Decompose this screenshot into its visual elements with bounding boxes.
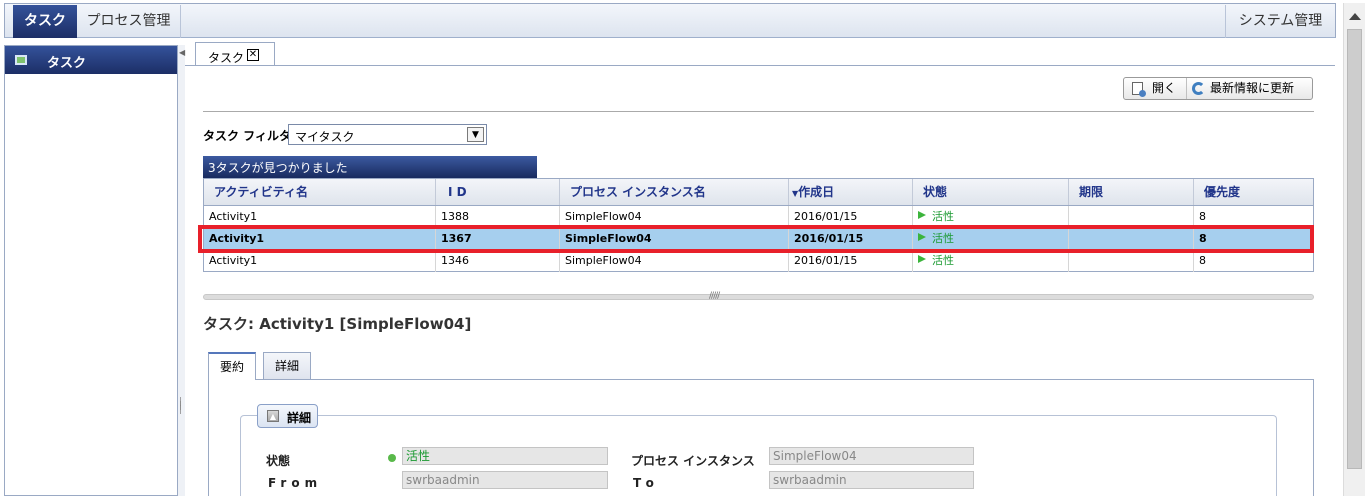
- refresh-icon: [1192, 82, 1205, 95]
- column-header-state[interactable]: 状態: [913, 179, 1069, 205]
- cell-created: 2016/01/15: [789, 206, 913, 228]
- column-header-id[interactable]: I D: [436, 179, 560, 205]
- active-flag-icon: [918, 233, 926, 241]
- tab-task[interactable]: タスク ✕: [195, 42, 275, 66]
- column-header-created-label: 作成日: [798, 185, 835, 199]
- cell-instance: SimpleFlow04: [560, 250, 789, 272]
- column-header-instance[interactable]: プロセス インスタンス名: [560, 179, 789, 205]
- cell-priority: 8: [1199, 232, 1207, 245]
- process-instance-field: SimpleFlow04: [769, 447, 974, 465]
- state-label: 状態: [266, 454, 291, 468]
- refresh-button[interactable]: 最新情報に更新: [1188, 78, 1312, 99]
- cell-state: 活性: [913, 250, 1069, 272]
- cell-due: [1069, 228, 1194, 250]
- to-field: swrbaadmin: [769, 471, 974, 489]
- cell-state-text: 活性: [932, 232, 954, 245]
- open-document-icon: [1132, 82, 1146, 97]
- cell-id: 1367: [436, 228, 560, 250]
- vertical-scrollbar[interactable]: [1343, 3, 1365, 496]
- cell-id: 1388: [436, 206, 560, 228]
- tab-details[interactable]: 詳細: [263, 352, 311, 379]
- collapse-arrow-icon[interactable]: ◀: [179, 48, 185, 57]
- to-label: To: [633, 476, 660, 490]
- cell-activity: Activity1: [204, 206, 436, 228]
- column-header-activity[interactable]: アクティビティ名: [204, 179, 436, 205]
- cell-priority: 8: [1199, 254, 1206, 267]
- divider: [203, 111, 1314, 112]
- cell-created: 2016/01/15: [789, 250, 913, 272]
- cell-state: 活性: [913, 228, 1069, 250]
- process-instance-label: プロセス インスタンス: [631, 454, 755, 468]
- cell-state: 活性: [913, 206, 1069, 228]
- state-field: 活性: [402, 447, 608, 465]
- details-section-title: 詳細: [287, 411, 312, 425]
- table-row[interactable]: Activity1 1388 SimpleFlow04 2016/01/15 活…: [204, 206, 1313, 228]
- from-label: From: [268, 476, 323, 490]
- task-filter-value: マイタスク: [295, 130, 355, 144]
- cell-state-text: 活性: [932, 210, 954, 223]
- scroll-up-arrow-icon[interactable]: [1349, 13, 1361, 20]
- cell-instance: SimpleFlow04: [560, 206, 789, 228]
- collapse-up-icon: ▲: [267, 410, 279, 422]
- details-section-toggle[interactable]: ▲ 詳細: [257, 404, 318, 428]
- cell-activity: Activity1: [204, 228, 436, 250]
- active-flag-icon: [918, 211, 926, 219]
- column-header-created[interactable]: ▼作成日: [789, 179, 913, 205]
- tab-summary[interactable]: 要約: [208, 352, 256, 380]
- sidebar-splitter[interactable]: ◀ | | |: [178, 45, 185, 496]
- close-icon[interactable]: ✕: [247, 49, 259, 61]
- active-flag-icon: [918, 255, 926, 263]
- nav-tab-task[interactable]: タスク: [13, 5, 77, 38]
- sidebar-item-task[interactable]: タスク: [5, 46, 177, 74]
- nav-tab-process-management[interactable]: プロセス管理: [77, 5, 181, 38]
- open-button-label: 開く: [1152, 81, 1177, 95]
- task-list-icon: [15, 55, 27, 65]
- task-table: アクティビティ名 I D プロセス インスタンス名 ▼作成日 状態 期限 優先度…: [203, 178, 1314, 272]
- cell-created: 2016/01/15: [789, 228, 913, 250]
- splitter-grip-icon: | | |: [179, 397, 183, 415]
- result-count-text: 3タスクが見つかりました: [208, 161, 348, 175]
- cell-priority: 8: [1199, 210, 1206, 223]
- chevron-down-icon[interactable]: ▼: [467, 127, 484, 142]
- toolbar: 開く 最新情報に更新: [1123, 77, 1313, 100]
- nav-tab-system-management[interactable]: システム管理: [1225, 5, 1335, 38]
- from-field: swrbaadmin: [402, 471, 608, 489]
- cell-due: [1069, 250, 1194, 272]
- splitter-grip-icon: /////: [709, 291, 720, 301]
- tab-task-label: タスク: [208, 51, 245, 65]
- task-filter-select[interactable]: マイタスク ▼: [288, 124, 487, 145]
- open-button[interactable]: 開く: [1124, 78, 1187, 99]
- table-row-selected[interactable]: Activity1 1367 SimpleFlow04 2016/01/15 活…: [204, 228, 1313, 250]
- column-header-priority[interactable]: 優先度: [1194, 179, 1313, 205]
- filter-label: タスク フィルタ: [203, 129, 291, 143]
- detail-title: タスク: Activity1 [SimpleFlow04]: [203, 315, 472, 333]
- sidebar: タスク: [4, 45, 178, 496]
- cell-id: 1346: [436, 250, 560, 272]
- table-header: アクティビティ名 I D プロセス インスタンス名 ▼作成日 状態 期限 優先度: [204, 179, 1313, 206]
- sidebar-item-label: タスク: [47, 56, 87, 71]
- refresh-button-label: 最新情報に更新: [1210, 81, 1295, 95]
- cell-instance: SimpleFlow04: [560, 228, 789, 250]
- cell-due: [1069, 206, 1194, 228]
- result-count-bar: 3タスクが見つかりました: [203, 156, 537, 178]
- scrollbar-thumb[interactable]: [1347, 29, 1362, 469]
- tab-divider: [185, 65, 1335, 66]
- top-navigation: タスク プロセス管理 システム管理: [4, 3, 1336, 38]
- status-dot-icon: [388, 454, 396, 462]
- panel-splitter[interactable]: /////: [203, 291, 1314, 301]
- column-header-due[interactable]: 期限: [1069, 179, 1194, 205]
- table-row[interactable]: Activity1 1346 SimpleFlow04 2016/01/15 活…: [204, 250, 1313, 272]
- cell-state-text: 活性: [932, 254, 954, 267]
- cell-activity: Activity1: [204, 250, 436, 272]
